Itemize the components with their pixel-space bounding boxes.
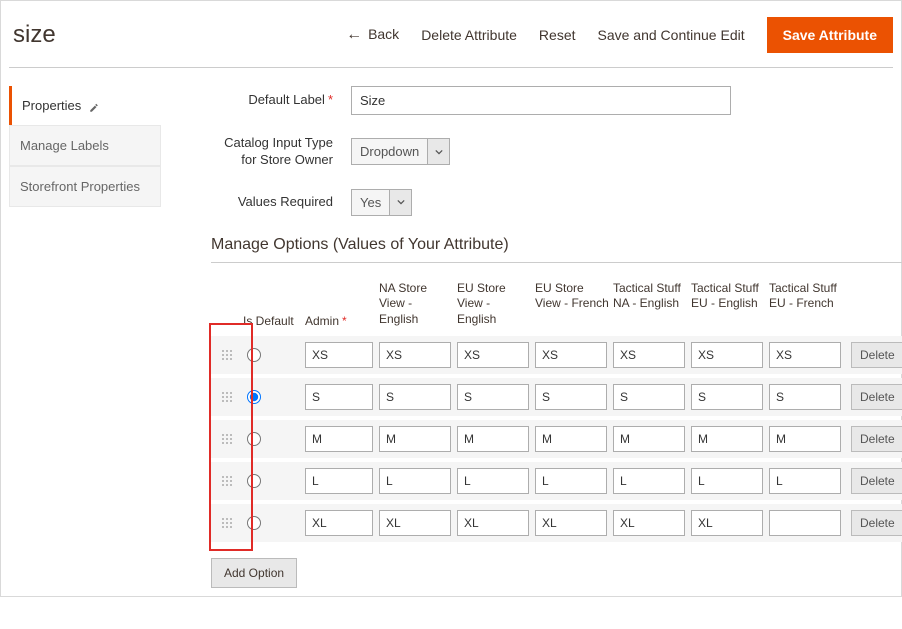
values-required-label: Values Required: [211, 194, 351, 211]
store-value-input[interactable]: [379, 426, 451, 452]
store-value-input[interactable]: [691, 468, 763, 494]
admin-value-input[interactable]: [305, 342, 373, 368]
page-title: size: [9, 21, 56, 49]
back-arrow-icon: ←: [346, 26, 362, 43]
options-table: Is Default Admin* NA Store View - Englis…: [211, 281, 902, 542]
delete-option-button[interactable]: Delete: [851, 426, 902, 452]
is-default-radio[interactable]: [247, 432, 261, 446]
store-value-input[interactable]: [535, 468, 607, 494]
option-row: Delete: [211, 336, 902, 374]
save-continue-button[interactable]: Save and Continue Edit: [598, 27, 745, 43]
tab-manage-labels[interactable]: Manage Labels: [9, 125, 161, 166]
store-value-input[interactable]: [613, 384, 685, 410]
store-value-input[interactable]: [457, 510, 529, 536]
store-value-input[interactable]: [691, 384, 763, 410]
add-option-button[interactable]: Add Option: [211, 558, 297, 588]
option-row: Delete: [211, 420, 902, 458]
is-default-radio[interactable]: [247, 516, 261, 530]
col-store-3: Tactical Stuff NA - English: [613, 281, 691, 328]
admin-value-input[interactable]: [305, 468, 373, 494]
admin-value-input[interactable]: [305, 510, 373, 536]
tab-label: Properties: [22, 98, 81, 113]
drag-handle-icon[interactable]: [211, 518, 243, 528]
store-value-input[interactable]: [379, 510, 451, 536]
col-store-1: EU Store View - English: [457, 281, 535, 328]
divider: [211, 262, 902, 263]
store-value-input[interactable]: [457, 468, 529, 494]
store-value-input[interactable]: [769, 510, 841, 536]
option-row: Delete: [211, 378, 902, 416]
delete-option-button[interactable]: Delete: [851, 384, 902, 410]
store-value-input[interactable]: [379, 384, 451, 410]
values-required-select[interactable]: Yes: [351, 189, 412, 216]
is-default-radio[interactable]: [247, 390, 261, 404]
col-store-5: Tactical Stuff EU - French: [769, 281, 847, 328]
back-button[interactable]: ←Back: [346, 26, 399, 44]
store-value-input[interactable]: [613, 342, 685, 368]
admin-value-input[interactable]: [305, 426, 373, 452]
store-value-input[interactable]: [613, 426, 685, 452]
save-attribute-button[interactable]: Save Attribute: [767, 17, 893, 53]
input-type-label: Catalog Input Type for Store Owner: [211, 135, 351, 169]
store-value-input[interactable]: [457, 384, 529, 410]
manage-options-title: Manage Options (Values of Your Attribute…: [211, 236, 902, 254]
store-value-input[interactable]: [535, 426, 607, 452]
sidebar: Properties Manage Labels Storefront Prop…: [9, 86, 161, 588]
store-value-input[interactable]: [769, 426, 841, 452]
col-store-0: NA Store View - English: [379, 281, 457, 328]
store-value-input[interactable]: [379, 468, 451, 494]
store-value-input[interactable]: [769, 384, 841, 410]
drag-handle-icon[interactable]: [211, 434, 243, 444]
delete-attribute-button[interactable]: Delete Attribute: [421, 27, 517, 43]
chevron-down-icon[interactable]: [390, 189, 412, 216]
default-label-label: Default Label*: [211, 92, 351, 109]
drag-handle-icon[interactable]: [211, 476, 243, 486]
store-value-input[interactable]: [613, 510, 685, 536]
delete-option-button[interactable]: Delete: [851, 510, 902, 536]
col-store-4: Tactical Stuff EU - English: [691, 281, 769, 328]
store-value-input[interactable]: [691, 342, 763, 368]
page-header: size ←Back Delete Attribute Reset Save a…: [9, 9, 893, 68]
tab-storefront-properties[interactable]: Storefront Properties: [9, 166, 161, 207]
default-label-input[interactable]: [351, 86, 731, 115]
store-value-input[interactable]: [535, 384, 607, 410]
store-value-input[interactable]: [613, 468, 685, 494]
is-default-radio[interactable]: [247, 474, 261, 488]
store-value-input[interactable]: [769, 468, 841, 494]
col-is-default: Is Default: [243, 314, 305, 328]
reset-button[interactable]: Reset: [539, 27, 576, 43]
admin-value-input[interactable]: [305, 384, 373, 410]
store-value-input[interactable]: [691, 426, 763, 452]
col-admin: Admin*: [305, 314, 379, 328]
delete-option-button[interactable]: Delete: [851, 468, 902, 494]
is-default-radio[interactable]: [247, 348, 261, 362]
input-type-select[interactable]: Dropdown: [351, 138, 450, 165]
chevron-down-icon[interactable]: [428, 138, 450, 165]
drag-handle-icon[interactable]: [211, 392, 243, 402]
store-value-input[interactable]: [457, 342, 529, 368]
store-value-input[interactable]: [457, 426, 529, 452]
store-value-input[interactable]: [535, 342, 607, 368]
store-value-input[interactable]: [379, 342, 451, 368]
option-row: Delete: [211, 504, 902, 542]
col-store-2: EU Store View - French: [535, 281, 613, 328]
pencil-icon: [89, 101, 99, 111]
drag-handle-icon[interactable]: [211, 350, 243, 360]
store-value-input[interactable]: [769, 342, 841, 368]
option-row: Delete: [211, 462, 902, 500]
store-value-input[interactable]: [691, 510, 763, 536]
delete-option-button[interactable]: Delete: [851, 342, 902, 368]
tab-properties[interactable]: Properties: [9, 86, 161, 125]
store-value-input[interactable]: [535, 510, 607, 536]
